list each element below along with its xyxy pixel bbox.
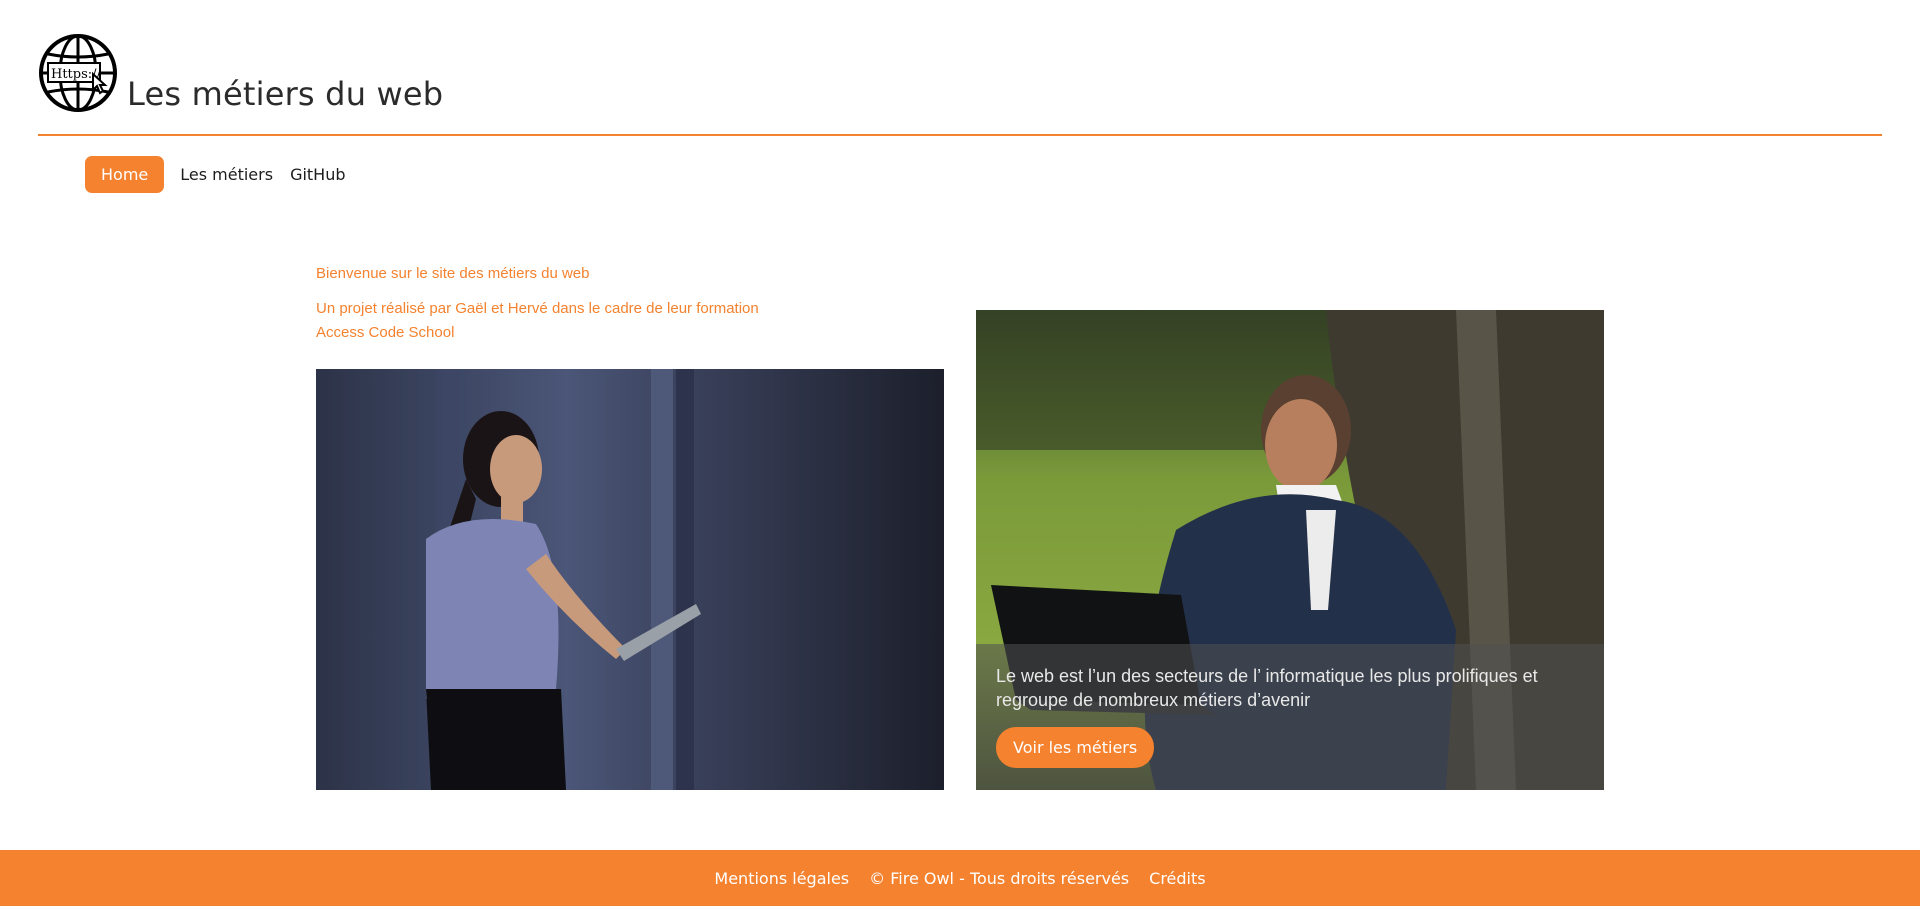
- footer-link-credits[interactable]: Crédits: [1149, 869, 1205, 888]
- card-overlay: Le web est l’un des secteurs de l’ infor…: [976, 644, 1604, 790]
- man-laptop-card: Le web est l’un des secteurs de l’ infor…: [976, 310, 1604, 790]
- woman-tablet-image: [316, 369, 944, 790]
- nav-item-les-metiers[interactable]: Les métiers: [172, 157, 281, 192]
- site-header: Https:// Les métiers du web: [38, 34, 1882, 136]
- globe-https-icon[interactable]: Https://: [38, 34, 120, 112]
- nav-item-home[interactable]: Home: [85, 156, 165, 193]
- site-title: Les métiers du web: [127, 75, 444, 113]
- footer-copyright: © Fire Owl - Tous droits réservés: [869, 868, 1130, 888]
- welcome-text: Bienvenue sur le site des métiers du web: [316, 265, 590, 282]
- voir-les-metiers-button[interactable]: Voir les métiers: [996, 727, 1155, 768]
- intro-section: Bienvenue sur le site des métiers du web…: [316, 265, 796, 345]
- site-footer: Mentions légales © Fire Owl - Tous droit…: [0, 850, 1920, 906]
- main-nav: Home Les métiers GitHub: [85, 156, 355, 193]
- project-text-line2: Access Code School: [316, 324, 455, 341]
- footer-link-mentions-legales[interactable]: Mentions légales: [714, 869, 849, 888]
- nav-item-github[interactable]: GitHub: [282, 157, 353, 192]
- card-caption: Le web est l’un des secteurs de l’ infor…: [996, 666, 1538, 710]
- project-text-line1: Un projet réalisé par Gaël et Hervé dans…: [316, 300, 759, 317]
